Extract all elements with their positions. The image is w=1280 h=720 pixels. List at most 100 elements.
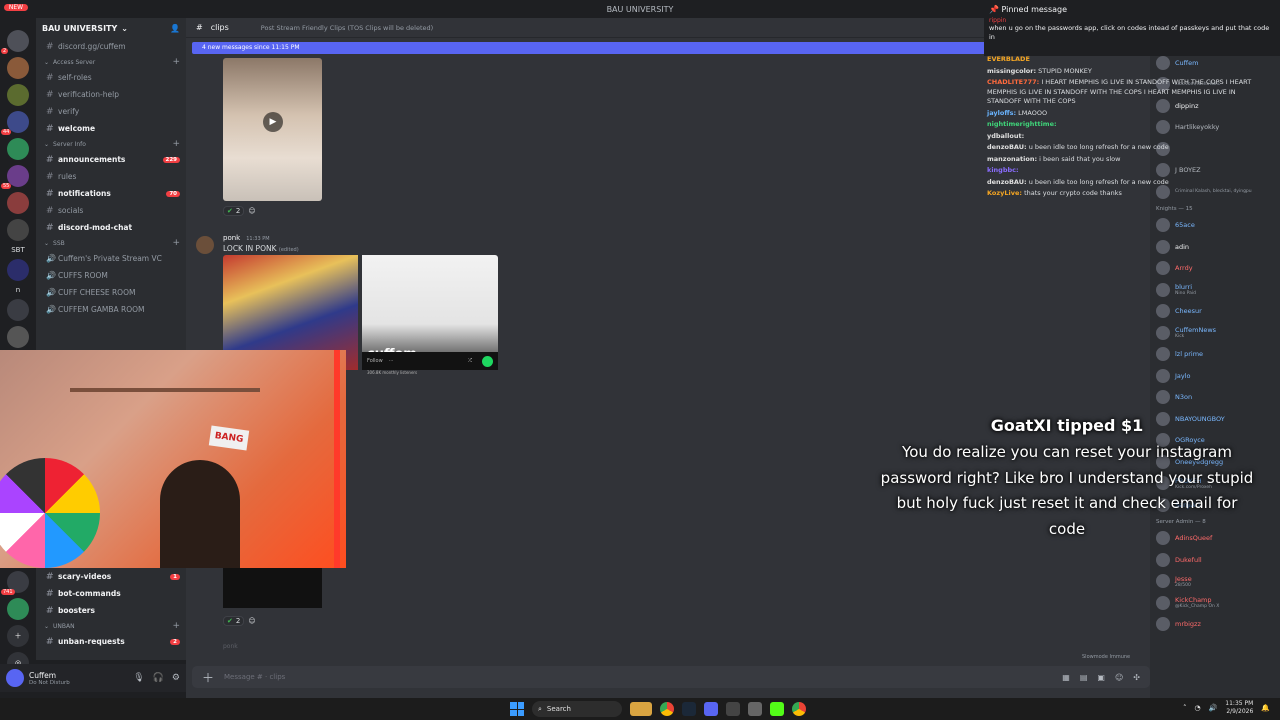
message-input[interactable]: Message # · clips [224, 673, 285, 681]
folder-icon[interactable] [7, 259, 29, 281]
member-item[interactable]: adin [1150, 236, 1280, 258]
text-channel[interactable]: # welcome [36, 120, 186, 137]
voice-channel[interactable]: 🔊 CUFF CHEESE ROOM [36, 284, 186, 301]
member-item[interactable]: 65ace [1150, 215, 1280, 237]
member-item[interactable]: N3on [1150, 387, 1280, 409]
text-channel[interactable]: # announcements 229 [36, 151, 186, 168]
server-sbt-label[interactable]: SBT [11, 246, 25, 254]
text-channel[interactable]: # notifications 70 [36, 185, 186, 202]
add-server-icon[interactable]: ＋ [7, 625, 29, 647]
play-icon[interactable] [482, 355, 493, 367]
add-member-icon[interactable]: 👤 [170, 24, 180, 33]
server-icon[interactable]: 55 [1, 165, 29, 189]
channel-category[interactable]: ⌄ Server Info + [36, 137, 186, 151]
plus-icon[interactable]: + [172, 139, 180, 149]
video-thumbnail[interactable]: ▶ [223, 58, 322, 201]
text-channel[interactable]: # discord-mod-chat [36, 219, 186, 236]
gif-icon[interactable]: ▤ [1080, 673, 1088, 682]
more-icon[interactable]: ⋯ [389, 358, 394, 364]
plus-icon[interactable]: ＋ [202, 669, 214, 686]
server-icon[interactable]: 2 [1, 30, 29, 54]
member-item[interactable]: Arrdy [1150, 258, 1280, 280]
invite-link[interactable]: # discord.gg/cuffem [36, 38, 186, 55]
text-channel[interactable]: # boosters [36, 602, 186, 619]
apps-icon[interactable]: ✣ [1133, 673, 1140, 682]
text-channel[interactable]: # scary-videos 1 [36, 568, 186, 585]
member-item[interactable]: Jesse 28/500 [1150, 571, 1280, 593]
server-icon[interactable]: 44 [1, 111, 29, 135]
voice-channel[interactable]: 🔊 CUFFEM GAMBA ROOM [36, 301, 186, 318]
member-item[interactable]: Cheesur [1150, 301, 1280, 323]
emoji-icon[interactable]: ☺ [1115, 673, 1123, 682]
gift-icon[interactable]: ▦ [1062, 673, 1070, 682]
server-icon[interactable] [7, 598, 29, 620]
taskbar-search[interactable]: ⌕ Search [532, 701, 622, 717]
message-author[interactable]: ponk [223, 643, 238, 650]
server-n-label[interactable]: n [16, 286, 20, 294]
volume-icon[interactable]: 🔊 [1209, 704, 1218, 712]
server-icon[interactable] [7, 326, 29, 348]
embed-follow[interactable]: Follow [367, 358, 383, 364]
add-reaction-icon[interactable]: ☺ [248, 207, 255, 215]
text-channel[interactable]: # self-roles [36, 69, 186, 86]
headset-icon[interactable]: 🎧 [153, 673, 164, 683]
discord-icon[interactable] [704, 702, 718, 716]
windows-start-icon[interactable] [510, 702, 524, 716]
app-icon[interactable] [748, 702, 762, 716]
reaction-check[interactable]: ✔ 2 [223, 206, 245, 216]
wifi-icon[interactable]: ◔ [1194, 704, 1200, 712]
message-composer[interactable]: ＋ Message # · clips ▦ ▤ ▣ ☺ ✣ [192, 666, 1150, 688]
text-channel[interactable]: # unban-requests 2 [36, 633, 186, 650]
text-channel[interactable]: # socials [36, 202, 186, 219]
kick-icon[interactable] [770, 702, 784, 716]
channel-category[interactable]: ⌄ Access Server + [36, 55, 186, 69]
app-icon[interactable] [726, 702, 740, 716]
chrome-icon[interactable] [660, 702, 674, 716]
voice-channel[interactable]: 🔊 CUFFS ROOM [36, 267, 186, 284]
member-item[interactable]: mrbigzz [1150, 614, 1280, 636]
server-icon[interactable] [7, 192, 29, 214]
bell-icon[interactable]: 🔔 [1261, 704, 1270, 712]
voice-channel[interactable]: 🔊 Cuffem's Private Stream VC [36, 250, 186, 267]
member-item[interactable]: lzl prime [1150, 344, 1280, 366]
chrome-icon[interactable] [792, 702, 806, 716]
member-item[interactable]: Dukefull [1150, 549, 1280, 571]
text-channel[interactable]: # verify [36, 103, 186, 120]
spotify-embed[interactable]: cuffem 306.8K monthly listeners Follow ⋯… [362, 255, 498, 375]
text-channel[interactable]: # verification-help [36, 86, 186, 103]
member-item[interactable]: blurri Nino Paid [1150, 279, 1280, 301]
server-icon[interactable] [7, 299, 29, 321]
reaction-check[interactable]: ✔ 2 [223, 616, 245, 626]
member-item[interactable]: CuffemNews Kick [1150, 322, 1280, 344]
guild-header[interactable]: BAU UNIVERSITY ⌄ 👤 [36, 18, 186, 38]
text-channel[interactable]: # bot-commands [36, 585, 186, 602]
plus-icon[interactable]: + [172, 238, 180, 248]
server-icon[interactable] [7, 57, 29, 79]
chevron-up-icon[interactable]: ˄ [1183, 704, 1187, 712]
video-thumbnail[interactable] [223, 568, 322, 608]
server-icon[interactable] [7, 219, 29, 241]
clock[interactable]: 11:35 PM 2/9/2026 [1225, 700, 1253, 716]
message-author[interactable]: ponk 11:33 PM [223, 234, 270, 242]
play-icon[interactable]: ▶ [263, 112, 283, 132]
new-messages-bar[interactable]: 4 new messages since 11:15 PM [192, 42, 990, 54]
plus-icon[interactable]: + [172, 57, 180, 67]
gear-icon[interactable]: ⚙ [172, 673, 180, 683]
steam-icon[interactable] [682, 702, 696, 716]
member-item[interactable]: Jaylo [1150, 365, 1280, 387]
plus-icon[interactable]: + [172, 621, 180, 631]
widget-icon[interactable] [630, 702, 652, 716]
avatar[interactable] [6, 669, 24, 687]
text-channel[interactable]: # rules [36, 168, 186, 185]
channel-category[interactable]: ⌄ SSB + [36, 236, 186, 250]
member-item[interactable]: KickChamp @Kick_Champ On X [1150, 592, 1280, 614]
microphone-icon[interactable]: 🎙 [133, 673, 144, 683]
add-reaction-icon[interactable]: ☺ [248, 617, 255, 625]
sticker-icon[interactable]: ▣ [1097, 673, 1105, 682]
server-icon[interactable] [7, 138, 29, 160]
server-icon[interactable]: 741 [1, 571, 29, 595]
shuffle-icon[interactable]: ⤮ [468, 358, 472, 364]
channel-category[interactable]: ⌄ UNBAN + [36, 619, 186, 633]
avatar[interactable] [196, 236, 214, 254]
server-icon[interactable] [7, 84, 29, 106]
